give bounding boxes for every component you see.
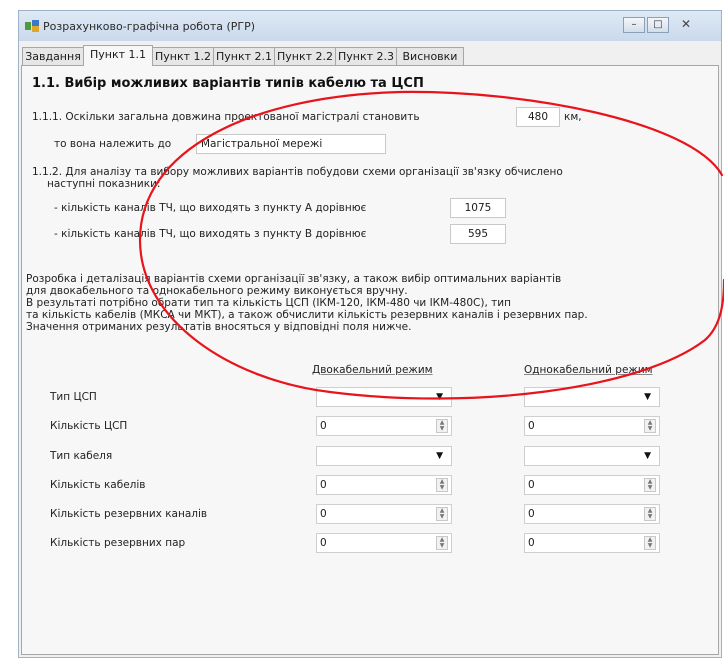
row-label-reserve-pairs: Кількість резервних пар bbox=[50, 537, 186, 549]
dropdown-arrow-icon[interactable]: ▼ bbox=[644, 392, 651, 402]
row-label-cable-type: Тип кабеля bbox=[50, 450, 113, 462]
spinner-value: 0 bbox=[320, 420, 327, 432]
reserve-pairs-one-spinner[interactable]: 0 ▲ ▼ bbox=[524, 533, 660, 553]
spinner-arrows-icon[interactable]: ▲ ▼ bbox=[436, 419, 448, 433]
reserve-channels-two-spinner[interactable]: 0 ▲ ▼ bbox=[316, 504, 452, 524]
cable-type-one-combo[interactable]: ▼ bbox=[524, 446, 660, 466]
csp-count-two-spinner[interactable]: 0 ▲ ▼ bbox=[316, 416, 452, 436]
csp-count-one-spinner[interactable]: 0 ▲ ▼ bbox=[524, 416, 660, 436]
spinner-value: 0 bbox=[320, 537, 327, 549]
spinner-arrows-icon[interactable]: ▲ ▼ bbox=[644, 536, 656, 550]
row-label-csp-type: Тип ЦСП bbox=[50, 391, 97, 403]
length-field[interactable]: 480 bbox=[516, 107, 560, 127]
belongs-text: то вона належить до bbox=[54, 138, 172, 150]
cable-count-one-spinner[interactable]: 0 ▲ ▼ bbox=[524, 475, 660, 495]
dropdown-arrow-icon[interactable]: ▼ bbox=[644, 451, 651, 461]
close-button[interactable]: ✕ bbox=[675, 17, 697, 33]
tab-punkt-2-3[interactable]: Пункт 2.3 bbox=[335, 47, 397, 65]
p112-line1: 1.1.2. Для аналізу та вибору можливих ва… bbox=[32, 166, 563, 178]
dropdown-arrow-icon[interactable]: ▼ bbox=[436, 451, 443, 461]
tab-punkt-2-2[interactable]: Пункт 2.2 bbox=[274, 47, 336, 65]
spinner-value: 0 bbox=[320, 508, 327, 520]
network-type-field[interactable]: Магістральної мережі bbox=[196, 134, 386, 154]
maximize-button[interactable]: □ bbox=[647, 17, 669, 33]
col-two-cable: Двокабельний режим bbox=[312, 364, 433, 376]
spinner-arrows-icon[interactable]: ▲ ▼ bbox=[644, 419, 656, 433]
col-one-cable: Однокабельний режим bbox=[524, 364, 653, 376]
spinner-value: 0 bbox=[528, 420, 535, 432]
spinner-arrows-icon[interactable]: ▲ ▼ bbox=[644, 478, 656, 492]
dropdown-arrow-icon[interactable]: ▼ bbox=[436, 392, 443, 402]
length-unit: км, bbox=[564, 111, 582, 123]
csp-type-one-combo[interactable]: ▼ bbox=[524, 387, 660, 407]
channels-b-field[interactable]: 595 bbox=[450, 224, 506, 244]
info-line-3: В результаті потрібно обрати тип та кіль… bbox=[26, 297, 511, 309]
app-window: Розрахунково-графічна робота (РГР) – □ ✕… bbox=[18, 10, 722, 658]
info-line-1: Розробка і деталізація варіантів схеми о… bbox=[26, 273, 562, 285]
spinner-arrows-icon[interactable]: ▲ ▼ bbox=[436, 507, 448, 521]
row-label-reserve-channels: Кількість резервних каналів bbox=[50, 508, 208, 520]
app-icon bbox=[25, 20, 39, 32]
row-label-csp-count: Кількість ЦСП bbox=[50, 420, 128, 432]
spinner-value: 0 bbox=[320, 479, 327, 491]
spinner-arrows-icon[interactable]: ▲ ▼ bbox=[644, 507, 656, 521]
spinner-value: 0 bbox=[528, 479, 535, 491]
reserve-channels-one-spinner[interactable]: 0 ▲ ▼ bbox=[524, 504, 660, 524]
tab-vysnovky[interactable]: Висновки bbox=[396, 47, 464, 65]
channels-a-field[interactable]: 1075 bbox=[450, 198, 506, 218]
spinner-value: 0 bbox=[528, 537, 535, 549]
info-line-5: Значення отриманих результатів вносяться… bbox=[26, 321, 412, 333]
title-bar: Розрахунково-графічна робота (РГР) – □ ✕ bbox=[19, 11, 721, 41]
window-title: Розрахунково-графічна робота (РГР) bbox=[43, 20, 256, 33]
row-label-cable-count: Кількість кабелів bbox=[50, 479, 146, 491]
info-line-2: для двокабельного та однокабельного режи… bbox=[26, 285, 408, 297]
spinner-arrows-icon[interactable]: ▲ ▼ bbox=[436, 536, 448, 550]
section-heading: 1.1. Вибір можливих варіантів типів кабе… bbox=[32, 76, 424, 91]
tab-panel: 1.1. Вибір можливих варіантів типів кабе… bbox=[21, 65, 719, 655]
p112-line2: наступні показники: bbox=[47, 178, 161, 190]
tab-zavdannia[interactable]: Завдання bbox=[22, 47, 84, 65]
channels-a-label: - кількість каналів ТЧ, що виходять з пу… bbox=[54, 202, 367, 214]
cable-count-two-spinner[interactable]: 0 ▲ ▼ bbox=[316, 475, 452, 495]
info-line-4: та кількість кабелів (МКСА чи МКТ), а та… bbox=[26, 309, 588, 321]
tab-punkt-1-1[interactable]: Пункт 1.1 bbox=[83, 45, 153, 66]
csp-type-two-combo[interactable]: ▼ bbox=[316, 387, 452, 407]
reserve-pairs-two-spinner[interactable]: 0 ▲ ▼ bbox=[316, 533, 452, 553]
spinner-arrows-icon[interactable]: ▲ ▼ bbox=[436, 478, 448, 492]
channels-b-label: - кількість каналів ТЧ, що виходять з пу… bbox=[54, 228, 367, 240]
tab-punkt-1-2[interactable]: Пункт 1.2 bbox=[152, 47, 214, 65]
spinner-value: 0 bbox=[528, 508, 535, 520]
minimize-button[interactable]: – bbox=[623, 17, 645, 33]
tab-punkt-2-1[interactable]: Пункт 2.1 bbox=[213, 47, 275, 65]
length-text: 1.1.1. Оскільки загальна довжина проекто… bbox=[32, 111, 420, 123]
cable-type-two-combo[interactable]: ▼ bbox=[316, 446, 452, 466]
